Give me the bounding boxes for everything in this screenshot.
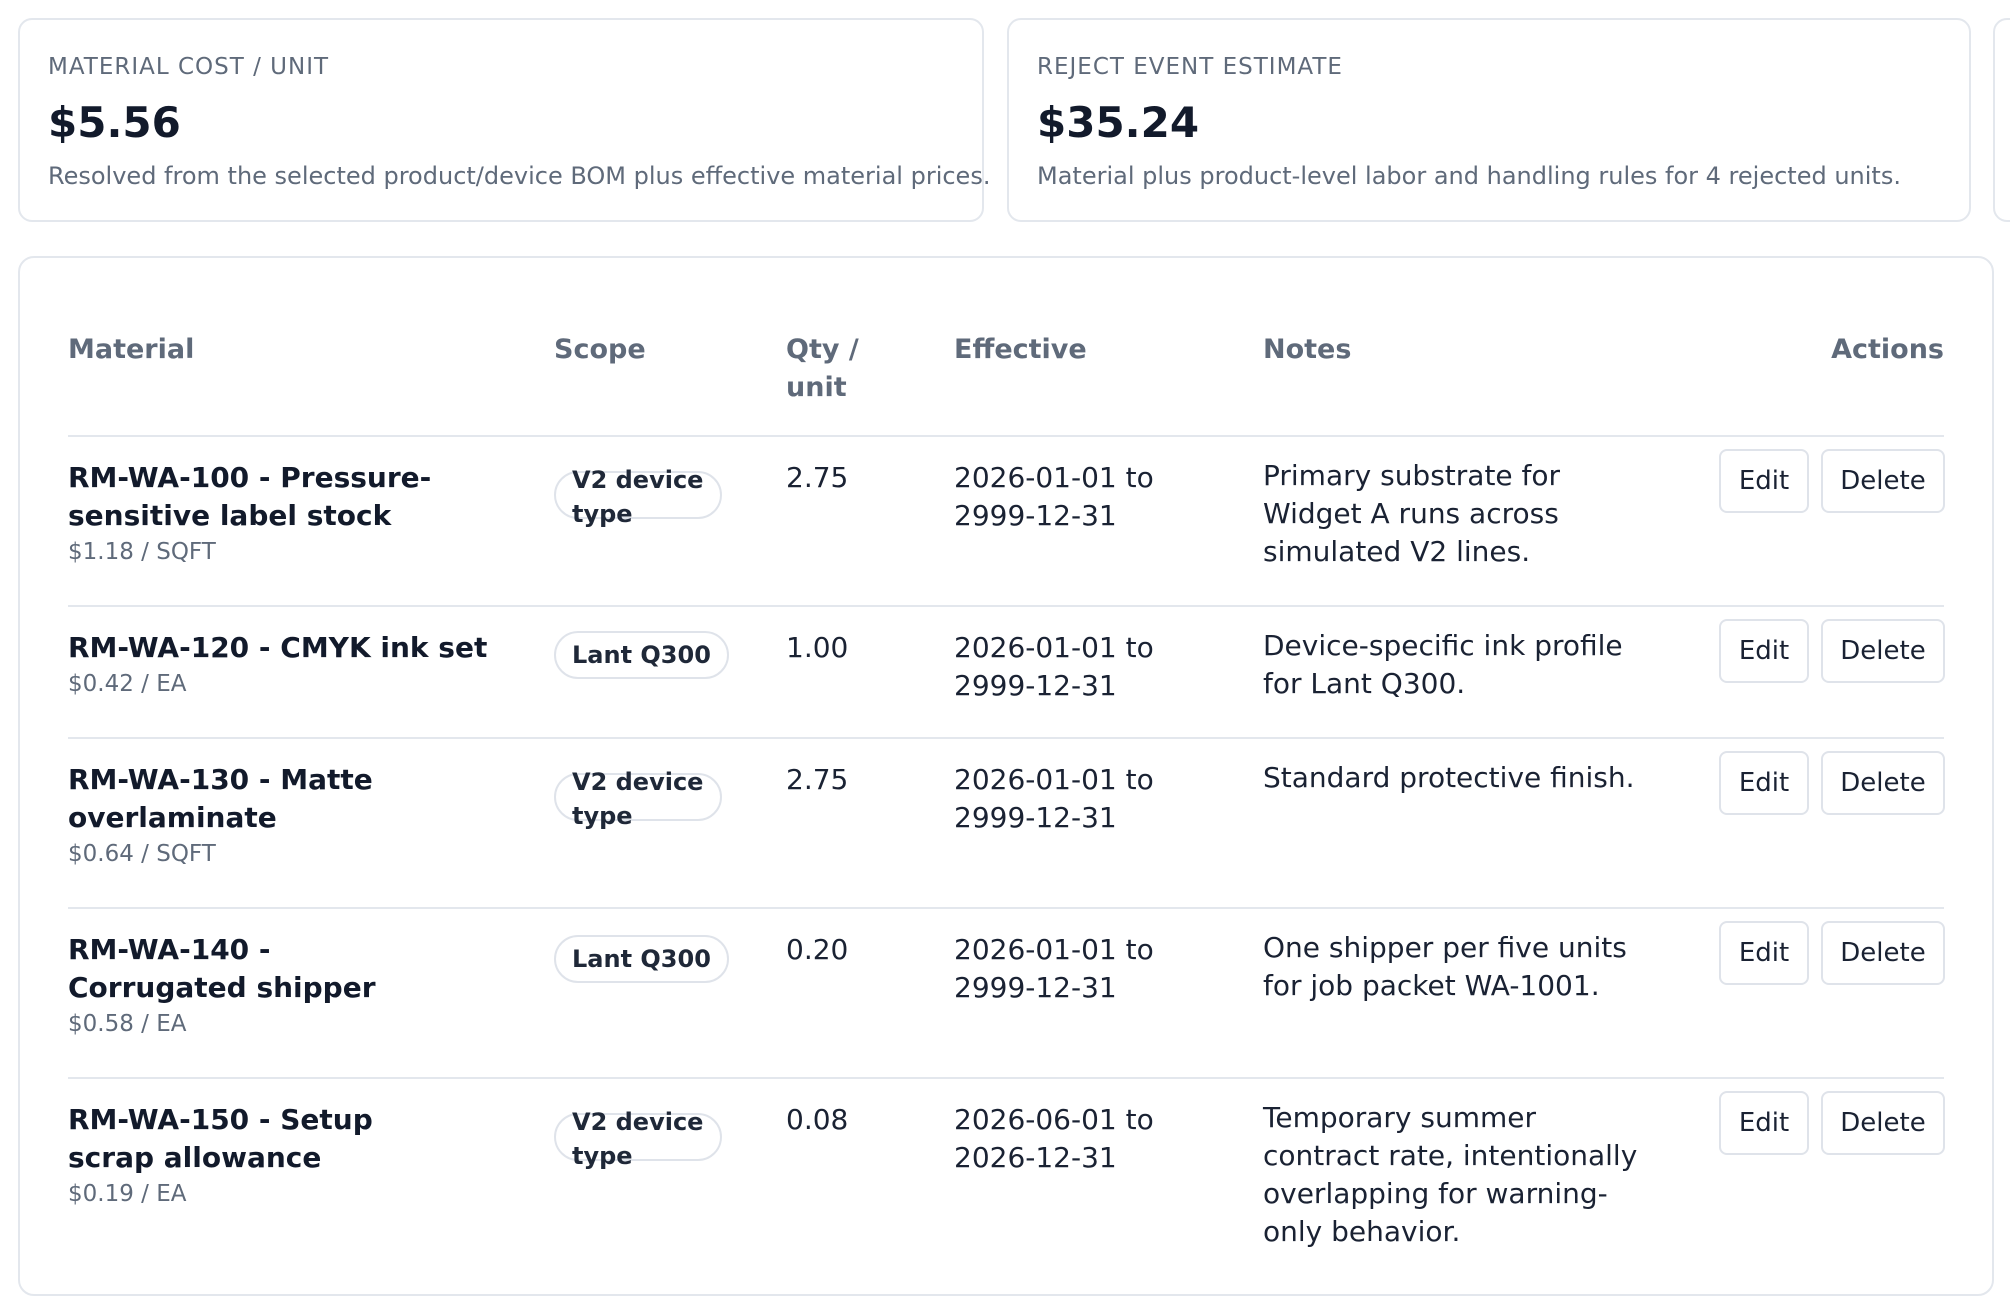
scope-badge-label: V2 device type	[572, 1108, 704, 1170]
notes: Primary substrate for Widget A runs acro…	[1263, 459, 1561, 568]
column-header-qty: Qty / unit	[786, 334, 859, 403]
delete-button[interactable]: Delete	[1821, 619, 1945, 683]
material-cost-description: Resolved from the selected product/devic…	[48, 162, 991, 190]
reject-estimate-value: $35.24	[1037, 98, 1200, 147]
scope-badge: Lant Q300	[554, 935, 729, 983]
column-header-scope: Scope	[554, 334, 646, 365]
material-price: $0.19 / EA	[68, 1181, 187, 1207]
material-cost-card: MATERIAL COST / UNIT $5.56 Resolved from…	[18, 18, 990, 222]
table-row: RM-WA-150 - Setup scrap allowance $0.19 …	[20, 1079, 1992, 1299]
scope-badge-label: V2 device type	[572, 768, 704, 830]
reject-estimate-card: REJECT EVENT ESTIMATE $35.24 Material pl…	[1007, 18, 1971, 222]
effective-range: 2026-01-01 to 2999-12-31	[954, 631, 1154, 702]
material-cost-value: $5.56	[48, 98, 181, 147]
offscreen-card	[1993, 18, 2010, 222]
notes: Standard protective finish.	[1263, 761, 1635, 794]
scope-badge: V2 device type	[554, 1108, 722, 1170]
delete-button[interactable]: Delete	[1821, 921, 1945, 985]
qty-per-unit: 0.20	[786, 933, 849, 966]
reject-estimate-label: REJECT EVENT ESTIMATE	[1037, 54, 1343, 80]
qty-per-unit: 2.75	[786, 763, 849, 796]
qty-per-unit: 0.08	[786, 1103, 849, 1136]
edit-button[interactable]: Edit	[1719, 619, 1809, 683]
delete-button[interactable]: Delete	[1821, 751, 1945, 815]
effective-range: 2026-06-01 to 2026-12-31	[954, 1103, 1154, 1174]
notes: Temporary summer contract rate, intentio…	[1263, 1101, 1638, 1248]
scope-badge: Lant Q300	[554, 631, 729, 679]
table-row: RM-WA-100 - Pressure-sensitive label sto…	[20, 437, 1992, 605]
material-name: RM-WA-100 - Pressure-sensitive label sto…	[68, 461, 432, 532]
material-name: RM-WA-140 - Corrugated shipper	[68, 933, 376, 1004]
material-price: $1.18 / SQFT	[68, 539, 216, 565]
bom-table: Material Scope Qty / unit Effective Note…	[18, 256, 1994, 1296]
material-name: RM-WA-120 - CMYK ink set	[68, 631, 488, 664]
edit-button[interactable]: Edit	[1719, 1091, 1809, 1155]
table-row: RM-WA-140 - Corrugated shipper $0.58 / E…	[20, 909, 1992, 1077]
material-price: $0.64 / SQFT	[68, 841, 216, 867]
edit-button[interactable]: Edit	[1719, 751, 1809, 815]
edit-button[interactable]: Edit	[1719, 921, 1809, 985]
material-name: RM-WA-150 - Setup scrap allowance	[68, 1103, 373, 1174]
effective-range: 2026-01-01 to 2999-12-31	[954, 933, 1154, 1004]
delete-button[interactable]: Delete	[1821, 449, 1945, 513]
reject-estimate-description: Material plus product-level labor and ha…	[1037, 162, 1901, 190]
column-header-notes: Notes	[1263, 334, 1352, 365]
qty-per-unit: 2.75	[786, 461, 849, 494]
column-header-actions: Actions	[1831, 334, 1944, 365]
material-name: RM-WA-130 - Matte overlaminate	[68, 763, 373, 834]
notes: Device-specific ink profile for Lant Q30…	[1263, 629, 1623, 700]
material-price: $0.42 / EA	[68, 671, 187, 697]
effective-range: 2026-01-01 to 2999-12-31	[954, 763, 1154, 834]
delete-button[interactable]: Delete	[1821, 1091, 1945, 1155]
scope-badge: V2 device type	[554, 466, 722, 528]
qty-per-unit: 1.00	[786, 631, 849, 664]
scope-badge: V2 device type	[554, 768, 722, 830]
notes: One shipper per five units for job packe…	[1263, 931, 1627, 1002]
table-row: RM-WA-120 - CMYK ink set $0.42 / EA Lant…	[20, 607, 1992, 737]
column-header-material: Material	[68, 334, 195, 365]
effective-range: 2026-01-01 to 2999-12-31	[954, 461, 1154, 532]
scope-badge-label: V2 device type	[572, 466, 704, 528]
edit-button[interactable]: Edit	[1719, 449, 1809, 513]
column-header-effective: Effective	[954, 334, 1087, 365]
material-price: $0.58 / EA	[68, 1011, 187, 1037]
material-cost-label: MATERIAL COST / UNIT	[48, 54, 330, 80]
table-row: RM-WA-130 - Matte overlaminate $0.64 / S…	[20, 739, 1992, 907]
